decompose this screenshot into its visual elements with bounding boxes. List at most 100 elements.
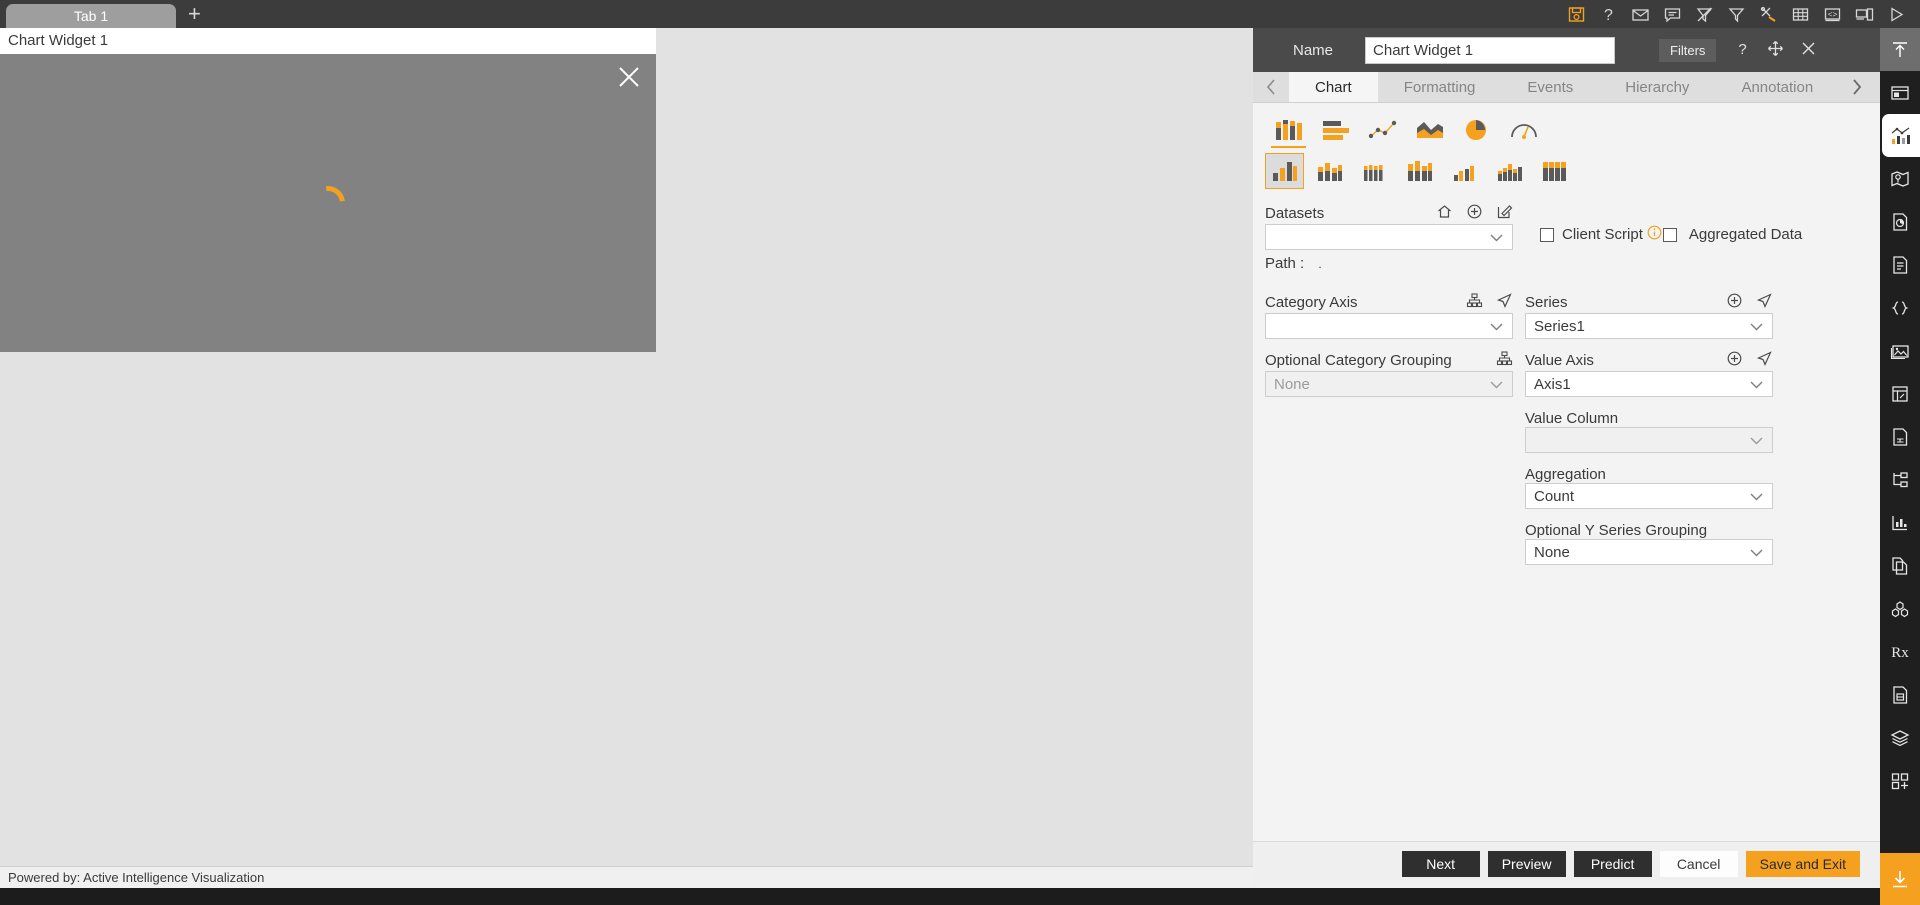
hierarchy-icon[interactable] (1466, 292, 1483, 313)
save-and-exit-button[interactable]: Save and Exit (1745, 850, 1860, 877)
hierarchy-icon[interactable] (1496, 350, 1513, 371)
aggregation-label: Aggregation (1525, 466, 1606, 483)
loading-spinner (304, 179, 352, 227)
add-icon[interactable] (1466, 203, 1483, 224)
info-icon[interactable] (1647, 225, 1662, 244)
multi-stacked-column-icon[interactable] (1355, 153, 1394, 189)
send-icon[interactable] (1496, 292, 1513, 313)
tab-formatting[interactable]: Formatting (1378, 72, 1502, 102)
send-icon[interactable] (1756, 350, 1773, 371)
layout-icon (1890, 83, 1910, 103)
devices-icon[interactable] (1855, 5, 1874, 24)
add-icon[interactable] (1726, 292, 1743, 313)
sidebar-item-layout[interactable] (1880, 71, 1920, 114)
sidebar-item-file-grid[interactable] (1880, 415, 1920, 458)
clustered-column-icon[interactable] (1265, 153, 1304, 189)
sidebar-item-form[interactable] (1880, 372, 1920, 415)
sidebar-item-document[interactable] (1880, 243, 1920, 286)
tab-annotation[interactable]: Annotation (1715, 72, 1839, 102)
predict-button[interactable]: Predict (1573, 850, 1652, 877)
tabs-next-button[interactable] (1839, 72, 1875, 102)
waterfall-column-icon[interactable] (1490, 153, 1529, 189)
tab-1[interactable]: Tab 1 (6, 4, 176, 28)
tools-icon[interactable] (1759, 5, 1778, 24)
pie-chart-icon[interactable] (1453, 113, 1500, 147)
close-icon[interactable] (1800, 40, 1817, 60)
cancel-button[interactable]: Cancel (1659, 850, 1738, 877)
sidebar-item-braces[interactable] (1880, 286, 1920, 329)
sidebar-item-download[interactable] (1880, 853, 1920, 905)
help-icon[interactable]: ? (1599, 5, 1618, 24)
tab-chart[interactable]: Chart (1289, 72, 1378, 102)
edit-icon[interactable] (1496, 203, 1513, 224)
gauge-chart-icon[interactable] (1500, 113, 1547, 147)
tab-label: Chart (1315, 78, 1352, 96)
column-chart-icon[interactable] (1265, 113, 1312, 148)
add-icon[interactable] (1726, 350, 1743, 371)
tab-events[interactable]: Events (1501, 72, 1599, 102)
widget-name-input[interactable] (1365, 36, 1616, 64)
mail-icon[interactable] (1631, 5, 1650, 24)
sidebar-item-report-pie[interactable] (1880, 200, 1920, 243)
sidebar-item-add-widget[interactable] (1880, 759, 1920, 802)
dataset-path-row: Path : . (1265, 255, 1513, 272)
overlapped-column-icon[interactable] (1445, 153, 1484, 189)
home-icon[interactable] (1436, 203, 1453, 224)
move-icon[interactable] (1767, 40, 1784, 60)
grouped-stacked-column-icon[interactable] (1535, 153, 1574, 189)
optional-category-grouping-select[interactable]: None (1265, 371, 1513, 397)
filters-button[interactable]: Filters (1659, 38, 1717, 62)
sidebar-item-cubes[interactable] (1880, 587, 1920, 630)
stacked-100-column-icon[interactable] (1400, 153, 1439, 189)
map-icon (1890, 169, 1910, 189)
add-tab-button[interactable]: + (176, 3, 213, 25)
preview-button[interactable]: Preview (1487, 850, 1566, 877)
tab-hierarchy[interactable]: Hierarchy (1599, 72, 1715, 102)
sidebar-item-save-file[interactable] (1880, 673, 1920, 716)
design-canvas[interactable]: Chart Widget 1 (0, 28, 1253, 877)
application-window: Tab 1 + ? <> Chart Widget 1 Powered by: … (0, 0, 1920, 905)
value-column-select[interactable] (1525, 427, 1773, 453)
sidebar-item-collapse-up[interactable] (1880, 28, 1920, 71)
sidebar-item-map[interactable] (1880, 157, 1920, 200)
tabs-prev-button[interactable] (1253, 72, 1289, 102)
save-file-icon (1890, 685, 1910, 705)
optional-category-grouping-label: Optional Category Grouping (1265, 352, 1452, 369)
optional-y-series-grouping-select[interactable]: None (1525, 539, 1773, 565)
sidebar-item-chart[interactable] (1882, 114, 1920, 157)
series-select[interactable]: Series1 (1525, 313, 1773, 339)
series-value: Series1 (1534, 317, 1585, 335)
widget-close-icon[interactable] (616, 64, 642, 90)
sidebar-item-copy-file[interactable] (1880, 544, 1920, 587)
bar-chart-icon[interactable] (1312, 113, 1359, 147)
save-icon[interactable] (1567, 5, 1586, 24)
aggregation-select[interactable]: Count (1525, 483, 1773, 509)
filter-icon[interactable] (1727, 5, 1746, 24)
chart-widget[interactable]: Chart Widget 1 (0, 28, 656, 352)
sidebar-item-layers[interactable] (1880, 716, 1920, 759)
chevron-down-icon (1489, 376, 1504, 393)
code-icon[interactable]: <> (1823, 5, 1842, 24)
area-chart-icon[interactable] (1406, 113, 1453, 147)
aggregated-data-checkbox[interactable] (1662, 227, 1677, 242)
value-axis-label-row: Value Axis (1525, 350, 1773, 371)
sidebar-item-analytics[interactable] (1880, 501, 1920, 544)
comment-icon[interactable] (1663, 5, 1682, 24)
table-icon[interactable] (1791, 5, 1810, 24)
sidebar-item-image[interactable] (1880, 329, 1920, 372)
scatter-line-chart-icon[interactable] (1359, 113, 1406, 147)
next-button[interactable]: Next (1401, 850, 1480, 877)
category-axis-select[interactable] (1265, 313, 1513, 339)
send-icon[interactable] (1756, 292, 1773, 313)
value-axis-select[interactable]: Axis1 (1525, 371, 1773, 397)
client-script-checkbox[interactable] (1540, 227, 1554, 242)
help-icon[interactable]: ? (1734, 40, 1751, 60)
tab-strip: Tab 1 + (0, 0, 213, 28)
play-icon[interactable] (1887, 5, 1906, 24)
datasets-select[interactable] (1265, 224, 1513, 250)
sidebar-item-tree[interactable] (1880, 458, 1920, 501)
sidebar-item-prescription[interactable]: Rx (1880, 630, 1920, 673)
clear-filter-icon[interactable] (1695, 5, 1714, 24)
file-grid-icon (1890, 427, 1910, 447)
stacked-column-icon[interactable] (1310, 153, 1349, 189)
